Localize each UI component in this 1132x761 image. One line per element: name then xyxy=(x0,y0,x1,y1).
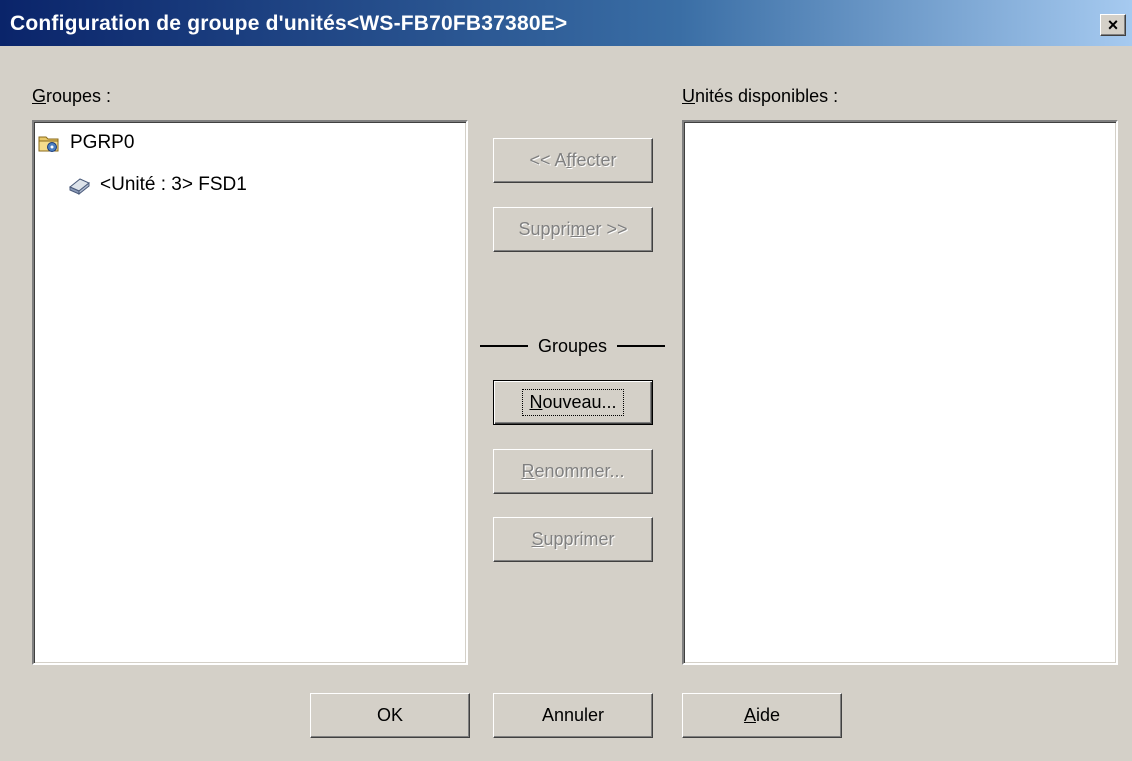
tree-item-group[interactable]: PGRP0 xyxy=(38,132,134,154)
new-group-button[interactable]: Nouveau... xyxy=(493,380,653,425)
groups-label: Groupes : xyxy=(32,86,112,106)
help-button[interactable]: Aide xyxy=(682,693,842,738)
disk-drive-icon xyxy=(68,175,90,196)
groups-section-title: Groupes xyxy=(537,335,608,356)
assign-button[interactable]: << Af fecter xyxy=(493,138,653,183)
title-bar: Configuration de groupe d'unités<WS-FB70… xyxy=(0,0,1132,46)
cancel-button[interactable]: Annuler xyxy=(493,693,653,738)
window-title: Configuration de groupe d'unités<WS-FB70… xyxy=(10,12,568,35)
groups-section-header: Groupes xyxy=(480,334,666,358)
ok-button[interactable]: OK xyxy=(310,693,470,738)
close-icon: × xyxy=(1107,15,1119,35)
folder-group-icon xyxy=(38,133,60,153)
tree-item-unit[interactable]: <Unité : 3> FSD1 xyxy=(68,174,247,196)
remove-from-group-button[interactable]: Suppri m er >> xyxy=(493,207,653,252)
tree-item-label: PGRP0 xyxy=(70,132,135,153)
separator-line xyxy=(480,345,528,347)
groups-tree[interactable]: PGRP0 <Unité : 3> FSD1 xyxy=(32,120,468,665)
close-button[interactable]: × xyxy=(1100,14,1126,36)
tree-item-label: <Unité : 3> FSD1 xyxy=(100,174,247,195)
available-units-label: Unités disponibles : xyxy=(682,86,839,106)
separator-line xyxy=(617,345,666,347)
available-units-list[interactable] xyxy=(682,120,1118,665)
delete-group-button[interactable]: Supprimer xyxy=(493,517,653,562)
rename-group-button[interactable]: Renommer... xyxy=(493,449,653,494)
